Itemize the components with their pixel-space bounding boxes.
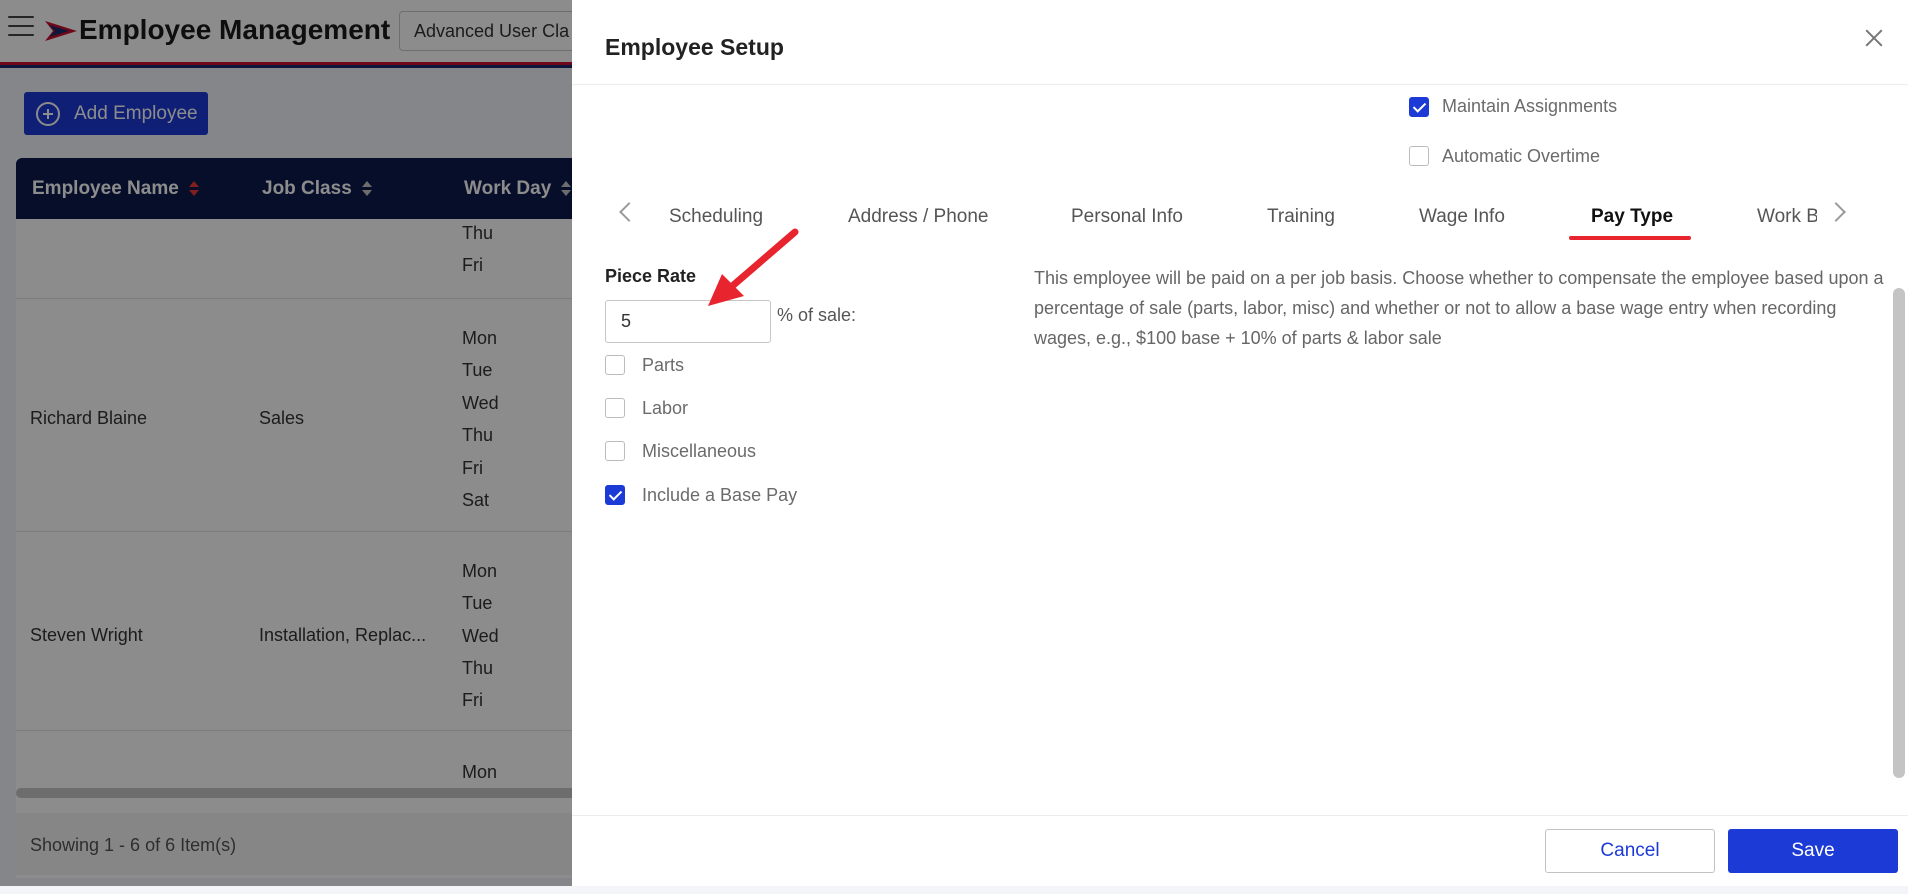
labor-label: Labor [642,398,689,418]
miscellaneous-label: Miscellaneous [642,441,757,461]
tab-address-phone[interactable]: Address / Phone [848,206,988,228]
tab-personal-info[interactable]: Personal Info [1071,206,1183,228]
employee-setup-drawer: Employee Setup Maintain Assignments Auto… [572,0,1908,886]
header-divider [572,84,1908,85]
tab-work-b[interactable]: Work B [1757,200,1817,230]
cancel-button[interactable]: Cancel [1545,829,1715,873]
automatic-overtime-checkbox[interactable] [1409,146,1429,166]
pay-type-description: This employee will be paid on a per job … [1034,268,1884,348]
modal-backdrop[interactable] [0,0,572,886]
drawer-title: Employee Setup [605,34,784,60]
tab-training[interactable]: Training [1267,206,1335,228]
miscellaneous-checkbox[interactable] [605,441,625,461]
tab-wage-info[interactable]: Wage Info [1419,206,1505,228]
save-button[interactable]: Save [1728,829,1898,873]
tab-pay-type[interactable]: Pay Type [1591,206,1673,228]
close-icon[interactable] [1862,26,1886,50]
tabs-next-chevron-icon[interactable] [1826,202,1846,222]
active-tab-indicator [1569,236,1691,240]
include-base-pay-label: Include a Base Pay [642,485,798,505]
maintain-assignments-checkbox[interactable] [1409,97,1429,117]
automatic-overtime-label: Automatic Overtime [1442,146,1601,166]
footer-divider [572,815,1908,816]
parts-label: Parts [642,355,685,375]
piece-rate-title: Piece Rate [605,266,697,286]
annotation-arrow-icon [708,228,799,306]
parts-checkbox[interactable] [605,355,625,375]
maintain-assignments-label: Maintain Assignments [1442,96,1618,116]
include-base-pay-checkbox[interactable] [605,485,625,505]
labor-checkbox[interactable] [605,398,625,418]
tabs-prev-chevron-icon[interactable] [619,202,639,222]
vertical-scrollbar[interactable] [1893,288,1905,778]
